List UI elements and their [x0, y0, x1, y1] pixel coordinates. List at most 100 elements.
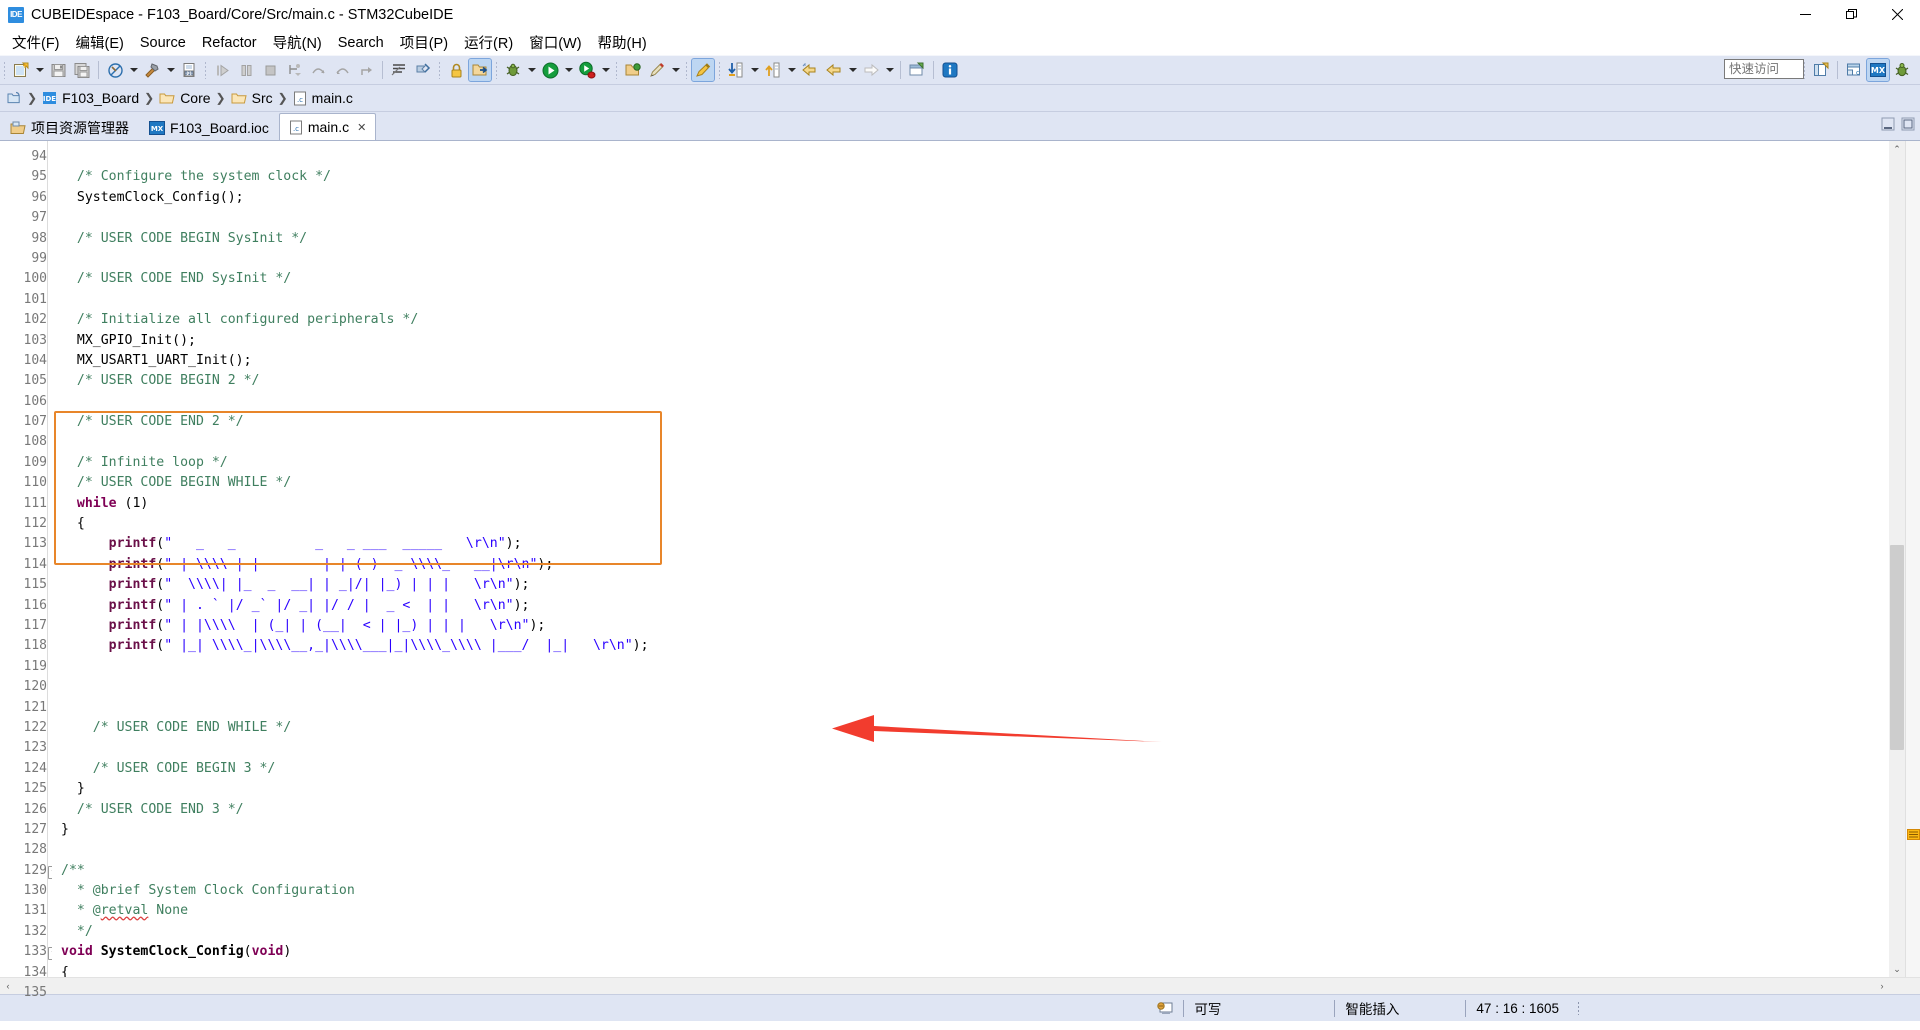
minimize-view-icon[interactable]	[1881, 117, 1895, 131]
code-line[interactable]: /* USER CODE END SysInit */	[52, 269, 1888, 289]
terminate-button[interactable]	[259, 59, 281, 81]
code-line[interactable]	[52, 208, 1888, 228]
tab-f103-board.ioc[interactable]: MX F103_Board.ioc	[139, 116, 279, 140]
back-history-button[interactable]	[823, 59, 845, 81]
save-button[interactable]	[47, 59, 69, 81]
menu-help[interactable]: 帮助(H)	[590, 30, 655, 55]
code-line[interactable]	[52, 677, 1888, 697]
download-button[interactable]	[725, 59, 747, 81]
code-line[interactable]	[52, 392, 1888, 412]
menu-navigate[interactable]: 导航(N)	[265, 30, 330, 55]
toolbar-grip-2[interactable]	[204, 61, 207, 79]
menu-source[interactable]: Source	[132, 33, 194, 53]
code-line[interactable]	[52, 738, 1888, 758]
maximize-view-icon[interactable]	[1901, 117, 1915, 131]
minimize-button[interactable]	[1782, 0, 1828, 29]
toolbar-grip-4[interactable]	[495, 61, 498, 79]
no-build-button[interactable]	[104, 59, 126, 81]
code-line[interactable]: SystemClock_Config();	[52, 188, 1888, 208]
forward-dropdown[interactable]	[883, 59, 896, 81]
vertical-scroll-thumb[interactable]	[1890, 545, 1904, 750]
binary-file-button[interactable]: 010	[178, 59, 200, 81]
upload-dropdown[interactable]	[785, 59, 798, 81]
back-button[interactable]	[799, 59, 821, 81]
debug-dropdown[interactable]	[525, 59, 538, 81]
toolbar-grip-5[interactable]	[615, 61, 618, 79]
code-line[interactable]: void SystemClock_Config(void)	[52, 942, 1888, 962]
breadcrumb-item-core[interactable]: Core	[159, 90, 211, 106]
tab--[interactable]: 项目资源管理器	[0, 116, 139, 140]
run-last-tool-button[interactable]	[412, 59, 434, 81]
code-line[interactable]: /* Initialize all configured peripherals…	[52, 310, 1888, 330]
code-line[interactable]: /* USER CODE BEGIN 3 */	[52, 759, 1888, 779]
code-line[interactable]: * @retval None	[52, 901, 1888, 921]
code-line[interactable]: */	[52, 922, 1888, 942]
code-line[interactable]: /* USER CODE END 3 */	[52, 800, 1888, 820]
open-perspective-button[interactable]	[468, 58, 492, 82]
c-cpp-perspective-button[interactable]: c	[1843, 59, 1865, 81]
mx-perspective-button[interactable]: MX	[1866, 58, 1890, 82]
code-line[interactable]: /* Configure the system clock */	[52, 167, 1888, 187]
toolbar-grip[interactable]	[3, 61, 6, 79]
highlight-pen-button[interactable]	[691, 58, 715, 82]
code-line[interactable]: /* USER CODE BEGIN 2 */	[52, 371, 1888, 391]
horizontal-scrollbar[interactable]: ‹ ›	[0, 977, 1920, 994]
toolbar-grip-3[interactable]	[438, 61, 441, 79]
vertical-scrollbar[interactable]: ⌃ ⌄	[1888, 141, 1905, 977]
code-line[interactable]: {	[52, 963, 1888, 977]
toolbar-grip-7[interactable]	[718, 61, 721, 79]
menu-file[interactable]: 文件(F)	[4, 30, 68, 55]
code-line[interactable]: printf(" \\\\| |_ _ __| | _|/| |_) | | |…	[52, 575, 1888, 595]
overview-ruler-marker[interactable]	[1907, 829, 1920, 840]
code-line[interactable]: /**	[52, 861, 1888, 881]
code-line[interactable]: /* USER CODE BEGIN WHILE */	[52, 473, 1888, 493]
code-line[interactable]: printf(" | . ` |/ _` |/ _| |/ / | _ < | …	[52, 596, 1888, 616]
breadcrumb-item-src[interactable]: Src	[231, 90, 273, 106]
menu-refactor[interactable]: Refactor	[194, 33, 265, 53]
code-line[interactable]: printf(" | \\\\ | | | | ( ) _ \\\\_ __|\…	[52, 555, 1888, 575]
code-line[interactable]	[52, 432, 1888, 452]
build-status-cell[interactable]	[1146, 995, 1183, 1021]
code-line[interactable]	[52, 840, 1888, 860]
debug-perspective-button[interactable]	[1891, 59, 1913, 81]
step-return-button[interactable]	[331, 59, 353, 81]
new-file-dropdown[interactable]	[33, 59, 46, 81]
lock-button[interactable]	[445, 59, 467, 81]
code-line[interactable]: }	[52, 820, 1888, 840]
debug-run-dropdown[interactable]	[599, 59, 612, 81]
overview-ruler[interactable]	[1905, 141, 1920, 977]
resume-button[interactable]	[211, 59, 233, 81]
menu-window[interactable]: 窗口(W)	[521, 30, 589, 55]
menu-search[interactable]: Search	[330, 33, 392, 53]
build-dropdown[interactable]	[164, 59, 177, 81]
code-line[interactable]	[52, 698, 1888, 718]
code-line[interactable]: MX_GPIO_Init();	[52, 331, 1888, 351]
forward-button[interactable]	[860, 59, 882, 81]
build-button[interactable]	[141, 59, 163, 81]
download-dropdown[interactable]	[748, 59, 761, 81]
menu-project[interactable]: 项目(P)	[392, 30, 456, 55]
info-button[interactable]	[939, 59, 961, 81]
close-button[interactable]	[1874, 0, 1920, 29]
code-line[interactable]	[52, 147, 1888, 167]
step-out-button[interactable]	[355, 59, 377, 81]
debug-configs-button[interactable]	[502, 59, 524, 81]
code-line[interactable]: printf(" |_| \\\\_|\\\\__,_|\\\\___|_|\\…	[52, 636, 1888, 656]
code-line[interactable]: /* USER CODE END 2 */	[52, 412, 1888, 432]
tab-close-icon[interactable]: ✕	[357, 121, 366, 134]
save-all-button[interactable]	[71, 59, 93, 81]
scroll-up-button[interactable]: ⌃	[1889, 141, 1905, 157]
scroll-right-button[interactable]: ›	[1874, 981, 1890, 991]
run-dropdown[interactable]	[562, 59, 575, 81]
upload-button[interactable]	[762, 59, 784, 81]
code-line[interactable]: {	[52, 514, 1888, 534]
pencil-button[interactable]	[646, 59, 668, 81]
breadcrumb-item-f103-board[interactable]: IDE F103_Board	[42, 90, 139, 106]
scroll-down-button[interactable]: ⌄	[1889, 961, 1905, 977]
code-line[interactable]: /* USER CODE BEGIN SysInit */	[52, 229, 1888, 249]
step-over-button[interactable]	[307, 59, 329, 81]
code-line[interactable]: /* Infinite loop */	[52, 453, 1888, 473]
new-file-button[interactable]	[10, 59, 32, 81]
debug-run-button[interactable]	[576, 59, 598, 81]
code-line[interactable]: }	[52, 779, 1888, 799]
